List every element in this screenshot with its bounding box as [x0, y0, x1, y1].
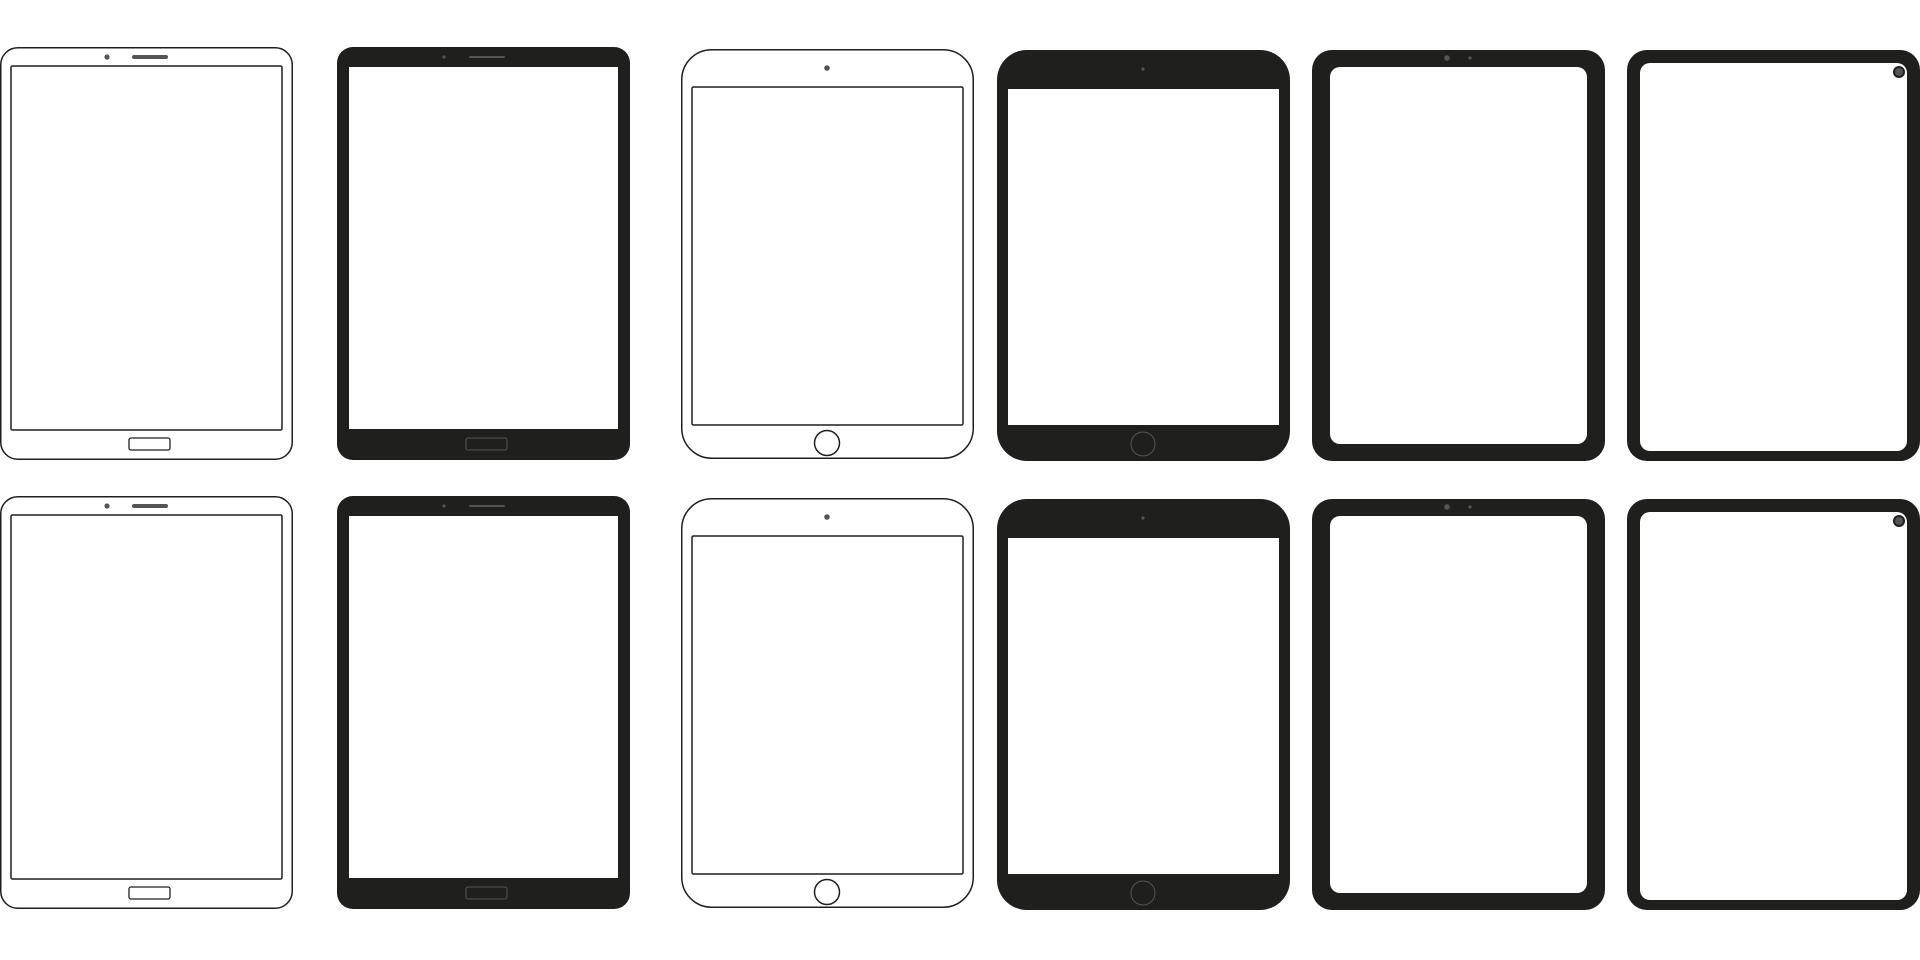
front-camera-icon: [1141, 516, 1145, 520]
tablet-thin-bezel-icon: [1312, 499, 1605, 910]
speaker-grille: [132, 504, 168, 508]
device-dark-thin-bezel-tablet: [1312, 50, 1605, 461]
device-outline-ipad-home-button: [681, 49, 974, 459]
tablet-screen: [10, 65, 283, 431]
tablet-mockup-canvas: [0, 0, 1920, 960]
tablet-screen: [691, 535, 964, 875]
front-camera-icon: [442, 55, 446, 59]
ipad-dark-icon: [997, 50, 1290, 461]
tablet-thin-bezel-icon: [1312, 50, 1605, 461]
tablet-screen: [1640, 63, 1907, 451]
ipad-dark-icon: [997, 499, 1290, 910]
front-camera-icon: [824, 65, 830, 71]
tablet-dark-icon: [337, 47, 630, 460]
device-outline-android-tablet: [0, 496, 293, 909]
ipad-outline-icon: [681, 498, 974, 908]
tablet-screen: [1008, 538, 1279, 874]
device-dark-ipad-home-button: [997, 50, 1290, 461]
device-dark-android-tablet: [337, 47, 630, 460]
device-dark-thin-bezel-tablet: [1312, 499, 1605, 910]
tablet-punch-hole-icon: [1627, 50, 1920, 461]
device-dark-punch-hole-tablet: [1627, 499, 1920, 910]
tablet-screen: [1008, 89, 1279, 425]
device-dark-punch-hole-tablet: [1627, 50, 1920, 461]
tablet-screen: [1330, 516, 1587, 893]
home-button: [813, 878, 841, 906]
speaker-grille: [469, 56, 505, 58]
front-camera-icon: [104, 54, 110, 60]
tablet-screen: [691, 86, 964, 426]
ipad-outline-icon: [681, 49, 974, 459]
device-dark-ipad-home-button: [997, 499, 1290, 910]
tablet-outline-icon: [0, 47, 293, 460]
tablet-screen: [1330, 67, 1587, 444]
home-button: [128, 886, 171, 900]
tablet-screen: [1640, 512, 1907, 900]
tablet-punch-hole-icon: [1627, 499, 1920, 910]
front-camera-icon: [1444, 504, 1450, 510]
tablet-outline-icon: [0, 496, 293, 909]
speaker-grille: [469, 505, 505, 507]
device-dark-android-tablet: [337, 496, 630, 909]
tablet-screen: [349, 67, 618, 429]
home-button: [128, 437, 171, 451]
device-outline-android-tablet: [0, 47, 293, 460]
light-sensor-icon: [1468, 505, 1472, 509]
home-button: [813, 429, 841, 457]
speaker-grille: [132, 55, 168, 59]
tablet-screen: [10, 514, 283, 880]
front-camera-icon: [824, 514, 830, 520]
front-camera-icon: [442, 504, 446, 508]
camera-lens-icon: [1895, 68, 1903, 76]
front-camera-icon: [1141, 67, 1145, 71]
device-outline-ipad-home-button: [681, 498, 974, 908]
camera-lens-icon: [1895, 517, 1903, 525]
front-camera-icon: [104, 503, 110, 509]
light-sensor-icon: [1468, 56, 1472, 60]
tablet-dark-icon: [337, 496, 630, 909]
front-camera-icon: [1444, 55, 1450, 61]
tablet-screen: [349, 516, 618, 878]
